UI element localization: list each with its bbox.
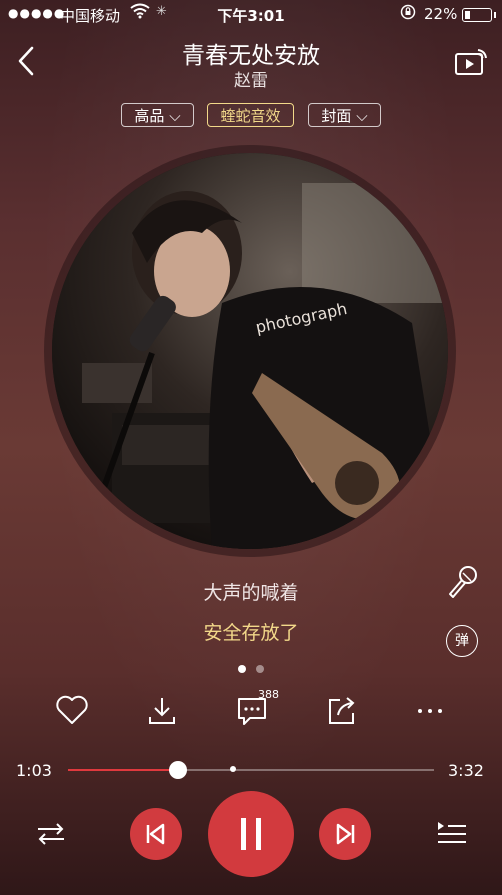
pager-dot[interactable] xyxy=(256,665,264,673)
chevron-down-icon: ⌵ xyxy=(164,107,181,125)
pause-icon xyxy=(241,818,261,850)
cast-icon[interactable] xyxy=(454,48,488,78)
next-icon xyxy=(336,823,355,845)
heart-icon[interactable] xyxy=(54,693,90,727)
chevron-down-icon: ⌵ xyxy=(351,107,368,125)
progress-fill xyxy=(68,769,178,771)
buffer-marker xyxy=(229,766,236,772)
quality-label: 高品 xyxy=(134,107,165,125)
sound-effect-button[interactable]: 蝰蛇音效 xyxy=(207,103,294,127)
total-time: 3:32 xyxy=(448,761,484,780)
lyric-current-line[interactable]: 大声的喊着 xyxy=(0,578,502,605)
mic-icon[interactable] xyxy=(444,564,480,600)
download-icon[interactable] xyxy=(144,693,180,727)
battery-percent: 22% xyxy=(424,5,458,23)
battery-icon xyxy=(462,8,496,22)
playlist-icon[interactable] xyxy=(434,818,470,850)
current-time: 1:03 xyxy=(16,761,52,780)
pager-dots xyxy=(0,658,502,677)
pause-button[interactable] xyxy=(208,791,294,877)
status-bar: ●●●●● 中国移动 ✳ 下午3:01 22% xyxy=(0,0,502,28)
artist-name[interactable]: 赵雷 xyxy=(0,66,502,91)
previous-icon xyxy=(146,823,165,845)
album-cover[interactable]: photograph xyxy=(52,153,448,549)
next-button[interactable] xyxy=(319,808,371,860)
pager-dot[interactable] xyxy=(238,665,246,673)
rotation-lock-icon xyxy=(400,4,416,20)
previous-button[interactable] xyxy=(130,808,182,860)
progress-thumb[interactable] xyxy=(168,761,187,779)
comment-count: 388 xyxy=(258,688,279,701)
sound-effect-label: 蝰蛇音效 xyxy=(220,107,281,125)
shuffle-icon[interactable] xyxy=(34,818,68,850)
song-title: 青春无处安放 xyxy=(182,43,320,69)
cover-mode-selector[interactable]: 封面 ⌵ xyxy=(308,103,381,127)
cover-mode-label: 封面 xyxy=(321,107,352,125)
quality-selector[interactable]: 高品 ⌵ xyxy=(121,103,194,127)
danmaku-toggle[interactable]: 弹 xyxy=(446,625,478,657)
more-icon[interactable] xyxy=(412,693,448,727)
lyric-highlighted-line[interactable]: 安全存放了 xyxy=(0,618,502,645)
share-icon[interactable] xyxy=(324,693,360,727)
